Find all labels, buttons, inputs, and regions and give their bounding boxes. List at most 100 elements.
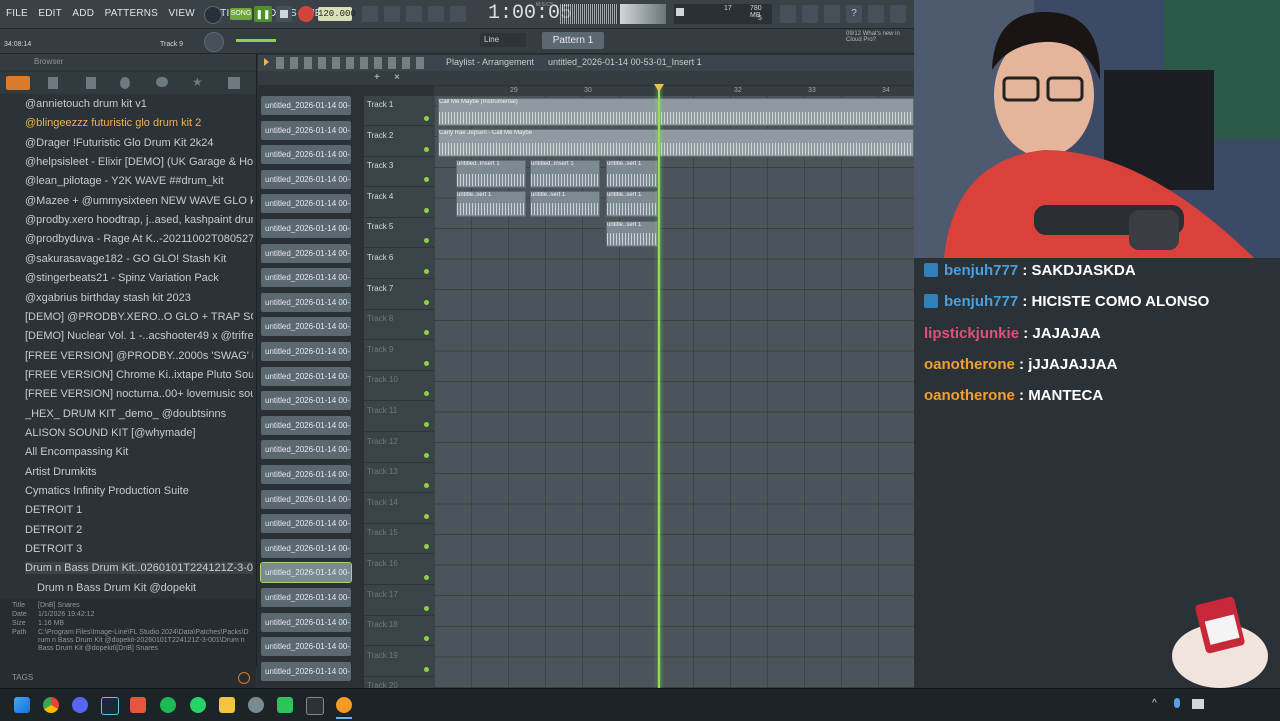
- undo-history-icon[interactable]: [780, 5, 796, 23]
- track-mute-led-icon[interactable]: [424, 452, 429, 458]
- channel-button[interactable]: untitled_2026-01-14 00-: [261, 661, 351, 681]
- track-header[interactable]: Track 14: [364, 494, 434, 524]
- save-icon[interactable]: [868, 5, 884, 23]
- tray-network-icon[interactable]: [1192, 699, 1204, 709]
- tray-mic-icon[interactable]: [1174, 698, 1180, 708]
- track-header[interactable]: Track 19: [364, 647, 434, 677]
- track-mute-led-icon[interactable]: [424, 177, 429, 183]
- browser-item[interactable]: @annietouch drum kit v1: [25, 98, 253, 110]
- track-header[interactable]: Track 15: [364, 524, 434, 555]
- play-button[interactable]: ❚❚: [254, 6, 272, 22]
- track-header[interactable]: Track 11: [364, 402, 434, 432]
- playhead[interactable]: [658, 86, 660, 688]
- channel-button[interactable]: untitled_2026-01-14 00-: [261, 415, 351, 435]
- pattern-clip[interactable]: untitle..sert 1: [606, 191, 658, 217]
- browser-item[interactable]: Cymatics Infinity Production Suite: [25, 485, 253, 497]
- track-mute-led-icon[interactable]: [424, 605, 429, 611]
- channel-button[interactable]: untitled_2026-01-14 00-: [261, 391, 351, 411]
- browser-item[interactable]: All Encompassing Kit: [25, 446, 253, 458]
- wait-icon[interactable]: [384, 6, 400, 22]
- track-header[interactable]: Track 7: [364, 280, 434, 310]
- browser-item[interactable]: Drum n Bass Drum Kit..0260101T224121Z-3-…: [25, 562, 253, 575]
- browser-menu-icon[interactable]: [228, 77, 240, 89]
- browser-item[interactable]: @lean_pilotage - Y2K WAVE ##drum_kit: [25, 175, 253, 187]
- help-icon[interactable]: ?: [846, 5, 862, 23]
- track-mute-led-icon[interactable]: [424, 636, 429, 642]
- track-header[interactable]: Track 18: [364, 616, 434, 647]
- menu-add[interactable]: ADD: [72, 0, 94, 28]
- browser-add-icon[interactable]: [6, 76, 30, 90]
- track-header[interactable]: Track 5: [364, 218, 434, 249]
- browser-item[interactable]: DETROIT 2: [25, 524, 253, 536]
- browser-item[interactable]: DETROIT 3: [25, 543, 253, 555]
- browser-item[interactable]: @xgabrius birthday stash kit 2023: [25, 292, 253, 304]
- playlist-close-icon[interactable]: ×: [394, 72, 400, 83]
- track-mute-led-icon[interactable]: [424, 391, 429, 397]
- track-header[interactable]: Track 4: [364, 188, 434, 218]
- browser-item[interactable]: Drum n Bass Drum Kit @dopekit: [37, 582, 265, 594]
- track-mute-led-icon[interactable]: [424, 360, 429, 366]
- steam-icon[interactable]: [101, 697, 119, 715]
- channel-button[interactable]: untitled_2026-01-14 00-: [261, 120, 351, 140]
- fl-studio-icon[interactable]: [336, 697, 352, 713]
- whatsapp-icon[interactable]: [190, 697, 206, 713]
- tempo-display[interactable]: 120.000: [318, 7, 356, 21]
- browser-item[interactable]: [FREE VERSION] @PRODBY..2000s 'SWAG' Dru…: [25, 350, 253, 362]
- menu-view[interactable]: VIEW: [169, 0, 195, 28]
- step-edit-icon[interactable]: [428, 6, 444, 22]
- stop-button[interactable]: [276, 6, 292, 22]
- playlist-grid[interactable]: Call Me Maybe (Instrumental) Carly Rae J…: [434, 96, 914, 688]
- pattern-clip[interactable]: untitle..sert 1: [456, 191, 526, 217]
- audio-clip[interactable]: Call Me Maybe (Instrumental): [438, 98, 914, 126]
- close-x-icon[interactable]: [802, 5, 818, 23]
- discord-icon[interactable]: [72, 697, 88, 713]
- pattern-clip[interactable]: untitle..sert 1: [530, 191, 600, 217]
- track-header[interactable]: Track 9: [364, 341, 434, 371]
- track-header[interactable]: Track 12: [364, 433, 434, 463]
- channel-button[interactable]: untitled_2026-01-14 00-: [261, 538, 351, 558]
- browser-files-icon[interactable]: [48, 77, 58, 89]
- spotify-icon[interactable]: [160, 697, 176, 713]
- playlist-ruler[interactable]: 29 30 32 33 34: [434, 86, 914, 96]
- browser-item[interactable]: Artist Drumkits: [25, 466, 253, 478]
- channel-button[interactable]: untitled_2026-01-14 00-: [261, 145, 351, 165]
- menu-edit[interactable]: EDIT: [38, 0, 62, 28]
- browser-item[interactable]: DETROIT 1: [25, 504, 253, 516]
- track-mute-led-icon[interactable]: [424, 422, 429, 427]
- tray-chevron-icon[interactable]: ^: [1152, 698, 1157, 709]
- channel-button[interactable]: untitled_2026-01-14 00-: [260, 562, 352, 584]
- track-header[interactable]: Track 2: [364, 127, 434, 157]
- chrome-icon[interactable]: [43, 697, 59, 713]
- channel-button[interactable]: untitled_2026-01-14 00-: [261, 588, 351, 607]
- browser-item[interactable]: @prodby.xero hoodtrap, j..ased, kashpain…: [25, 214, 253, 226]
- app-icon[interactable]: [130, 697, 146, 713]
- menu-patterns[interactable]: PATTERNS: [105, 0, 158, 28]
- record-button[interactable]: [298, 6, 314, 22]
- countdown-icon[interactable]: [406, 6, 422, 22]
- render-icon[interactable]: [890, 5, 906, 23]
- track-mute-led-icon[interactable]: [424, 513, 429, 519]
- track-mute-led-icon[interactable]: [424, 575, 429, 580]
- channel-button[interactable]: untitled_2026-01-14 00-: [261, 342, 351, 361]
- browser-cloud-icon[interactable]: [156, 77, 168, 87]
- browser-item[interactable]: [DEMO] Nuclear Vol. 1 -..acshooter49 x @…: [25, 330, 253, 342]
- browser-item[interactable]: @Drager !Futuristic Glo Drum Kit 2k24: [25, 137, 253, 149]
- channel-button[interactable]: untitled_2026-01-14 00-: [261, 96, 351, 115]
- track-header[interactable]: Track 1: [364, 96, 434, 126]
- track-header[interactable]: Track 10: [364, 371, 434, 402]
- loop-record-icon[interactable]: [450, 6, 466, 22]
- track-header[interactable]: Track 13: [364, 463, 434, 494]
- track-header[interactable]: Track 16: [364, 555, 434, 585]
- pattern-clip[interactable]: untitled..Insert 1: [530, 160, 600, 188]
- record-audio-icon[interactable]: [824, 5, 840, 23]
- audio-clip[interactable]: Carly Rae Jepsen - Call Me Maybe: [438, 129, 914, 157]
- pattern-clip[interactable]: untitle..sert 1: [606, 160, 658, 188]
- track-mute-led-icon[interactable]: [424, 330, 429, 336]
- channel-button[interactable]: untitled_2026-01-14 00-: [261, 169, 351, 189]
- browser-item[interactable]: [FREE VERSION] Chrome Ki..ixtape Pluto S…: [25, 369, 253, 381]
- browser-item[interactable]: @Mazee + @ummysixteen NEW WAVE GLO kit: [25, 195, 253, 207]
- channel-button[interactable]: untitled_2026-01-14 00-: [261, 317, 351, 337]
- playlist-arrow-icon[interactable]: [264, 58, 269, 66]
- browser-item[interactable]: @blingeezzz futuristic glo drum kit 2: [25, 117, 253, 129]
- settings-gear-icon[interactable]: [248, 697, 264, 713]
